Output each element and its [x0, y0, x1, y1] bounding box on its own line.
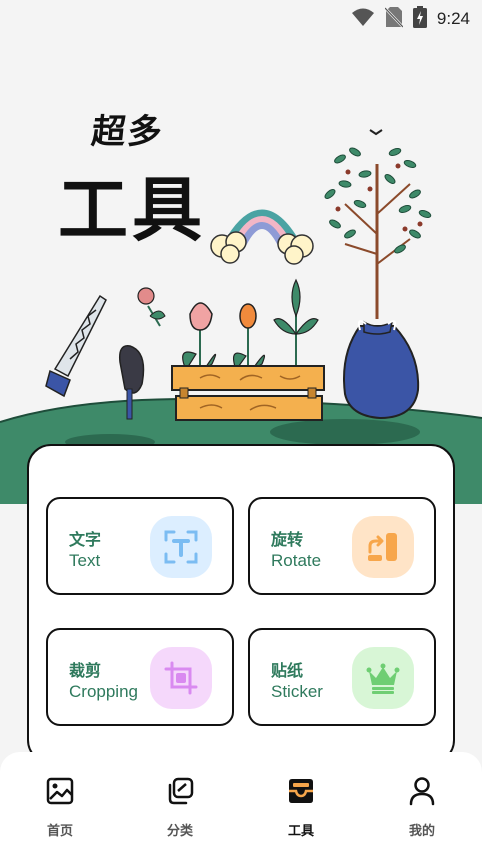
toolbox-icon — [261, 774, 341, 808]
tool-title-zh: 文字 — [69, 530, 102, 549]
nav-label: 我的 — [408, 824, 435, 839]
tool-card-cropping[interactable]: 裁剪 Cropping — [46, 628, 234, 726]
nav-item-category[interactable]: 分类 — [140, 774, 220, 839]
status-bar: 9:24 — [0, 0, 482, 34]
nav-item-tools[interactable]: 工具 — [261, 774, 341, 839]
bottom-nav: 首页 分类 工具 我的 — [0, 752, 482, 858]
tool-title-zh: 贴纸 — [271, 661, 304, 680]
clock: 9:24 — [436, 9, 470, 28]
tool-title-en: Rotate — [271, 551, 322, 570]
tool-card-sticker[interactable]: 贴纸 Sticker — [248, 628, 436, 726]
no-sim-icon — [383, 6, 404, 32]
rainbow-illustration — [210, 209, 314, 265]
hero-banner: 超多 工具 — [0, 34, 482, 504]
nav-item-home[interactable]: 首页 — [20, 774, 100, 839]
tool-title-zh: 旋转 — [271, 530, 304, 549]
nav-item-mine[interactable]: 我的 — [382, 774, 462, 839]
nav-label: 工具 — [287, 824, 314, 839]
tools-panel: 文字 Text 旋转 Rotate 裁剪 Cropping 贴纸 Sticker — [27, 444, 455, 764]
hero-title: 工具 — [58, 169, 206, 251]
hero-subtitle: 超多 — [89, 112, 166, 152]
tool-title-en: Sticker — [271, 682, 323, 701]
tool-title-en: Cropping — [69, 682, 138, 701]
garden-illustration — [0, 129, 482, 504]
saw-illustration — [45, 294, 107, 398]
nav-label: 首页 — [46, 824, 73, 839]
wifi-icon — [351, 7, 375, 31]
image-icon — [20, 774, 100, 808]
crop-icon — [150, 647, 212, 709]
pink-flower-illustration — [137, 287, 166, 327]
user-icon — [382, 774, 462, 808]
category-icon — [140, 774, 220, 808]
tool-title-zh: 裁剪 — [69, 661, 102, 680]
tool-title-en: Text — [69, 551, 101, 570]
rotate-icon — [352, 516, 414, 578]
tree-illustration — [324, 129, 432, 420]
crown-icon — [352, 647, 414, 709]
text-scan-icon — [150, 516, 212, 578]
planter-illustration — [171, 278, 325, 421]
battery-charging-icon — [412, 6, 427, 32]
tool-card-rotate[interactable]: 旋转 Rotate — [248, 497, 436, 595]
nav-label: 分类 — [166, 824, 193, 839]
tool-card-text[interactable]: 文字 Text — [46, 497, 234, 595]
